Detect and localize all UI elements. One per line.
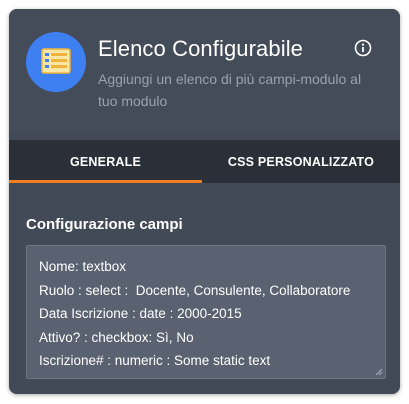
config-line: Data Iscrizione : date : 2000-2015 [39,306,242,321]
info-icon[interactable] [354,39,372,57]
config-line: Attivo? : checkbox: Sì, No [39,329,194,345]
tab-content: Configurazione campi Nome: textbox Ruolo… [9,183,400,394]
config-line: Iscrizione# : numeric : Some static text [39,353,271,368]
config-field-label: Configurazione campi [26,216,183,233]
tab-generale[interactable]: GENERALE [9,140,202,183]
widget-panel: Elenco Configurabile Aggiungi un elenco … [9,9,400,394]
resize-grip-icon[interactable] [375,368,383,376]
widget-description: Aggiungi un elenco di più campi-modulo a… [98,71,362,109]
tab-bar: GENERALE CSS PERSONALIZZATO [9,140,400,183]
tab-css-personalizzato[interactable]: CSS PERSONALIZZATO [202,140,400,183]
widget-title: Elenco Configurabile [98,36,304,61]
config-line: Ruolo : select : Docente, Consulente, Co… [39,282,351,298]
config-textarea[interactable]: Nome: textbox Ruolo : select : Docente, … [26,245,386,379]
config-line: Nome: textbox [39,259,127,274]
widget-header: Elenco Configurabile Aggiungi un elenco … [9,9,400,131]
list-form-icon [26,32,86,92]
